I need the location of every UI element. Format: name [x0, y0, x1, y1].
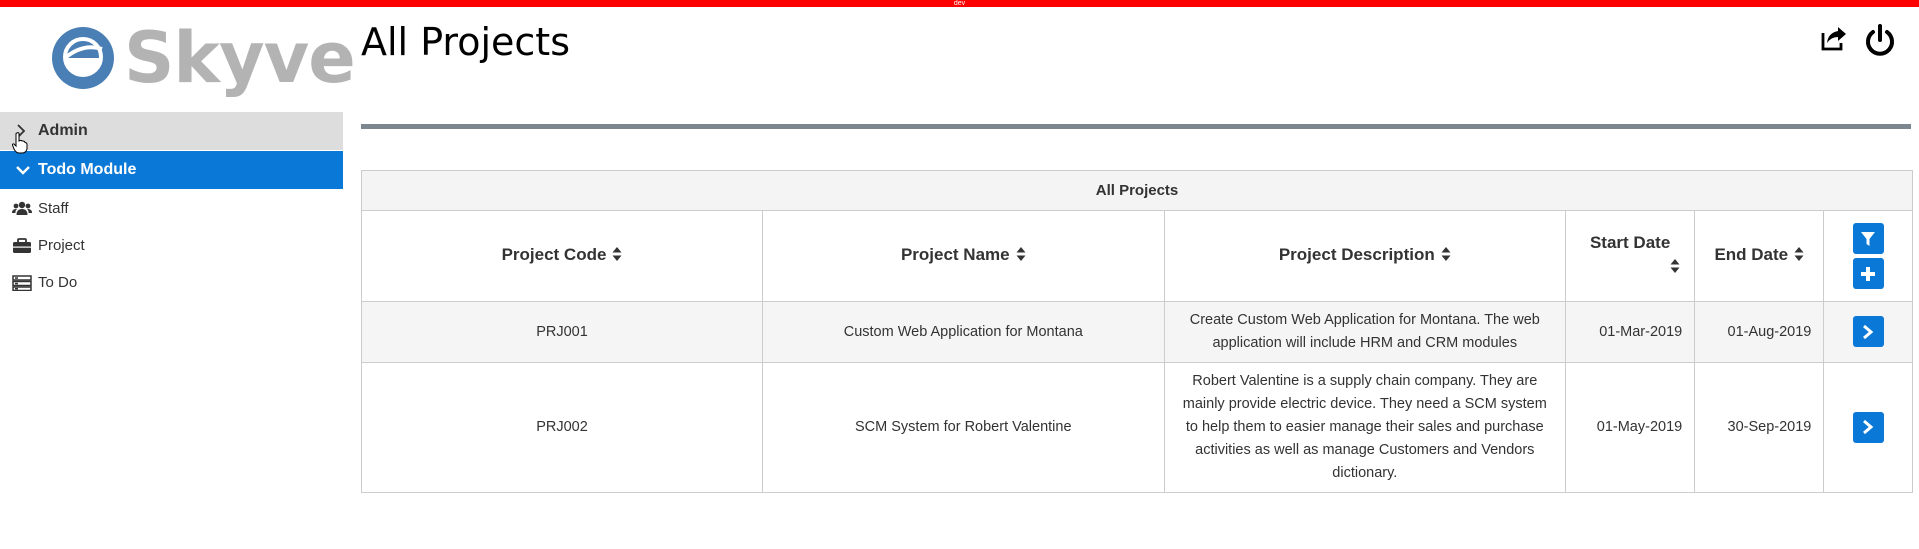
sort-icon [1016, 246, 1026, 267]
chevron-down-icon [16, 165, 38, 175]
table-header-row: Project Code Project Name Project Descri… [362, 211, 1912, 302]
column-header-project-description[interactable]: Project Description [1164, 211, 1567, 302]
mouse-pointer-icon [12, 132, 28, 154]
column-header-label: Project Name [900, 245, 1010, 265]
column-header-end-date[interactable]: End Date [1694, 211, 1825, 302]
divider [361, 124, 1911, 129]
cell-actions [1823, 301, 1912, 363]
column-header-label: Project Description [1278, 245, 1435, 265]
sidebar-item-label: Staff [38, 200, 69, 217]
menu-group-admin[interactable]: Admin [0, 112, 343, 151]
cell-start-date: 01-Mar-2019 [1565, 301, 1696, 363]
column-header-label: Project Code [501, 245, 607, 265]
environment-label: dev [953, 0, 966, 7]
users-icon [12, 201, 32, 217]
cell-end-date: 01-Aug-2019 [1694, 301, 1825, 363]
filter-icon [1861, 231, 1876, 246]
open-row-button[interactable] [1852, 411, 1884, 443]
sort-icon [1794, 246, 1804, 267]
table-row[interactable]: PRJ002 SCM System for Robert Valentine R… [362, 362, 1912, 492]
sidebar-item-staff[interactable]: Staff [0, 190, 343, 227]
sort-icon [612, 246, 622, 267]
column-header-start-date[interactable]: Start Date [1565, 211, 1696, 302]
logo-text: Skyve [124, 17, 356, 99]
cell-actions [1823, 362, 1912, 492]
cell-project-name: SCM System for Robert Valentine [762, 362, 1165, 492]
logo-icon [52, 27, 114, 89]
column-header-project-code[interactable]: Project Code [362, 211, 764, 302]
menu-group-todo-module[interactable]: Todo Module [0, 151, 343, 190]
cell-start-date: 01-May-2019 [1565, 362, 1696, 492]
sidebar: Admin Todo Module Staff Project To Do [0, 112, 343, 301]
open-row-button[interactable] [1852, 316, 1884, 348]
logo: Skyve [52, 17, 356, 99]
chevron-right-icon [1863, 324, 1874, 339]
menu-group-label: Admin [38, 122, 88, 139]
grid-caption: All Projects [362, 171, 1912, 211]
add-button[interactable] [1852, 258, 1884, 289]
header-actions [1820, 24, 1896, 58]
cell-end-date: 30-Sep-2019 [1694, 362, 1825, 492]
environment-bar: dev [0, 0, 1919, 7]
sort-icon [1441, 246, 1451, 267]
plus-icon [1861, 266, 1876, 281]
cell-project-code: PRJ001 [362, 301, 764, 363]
sidebar-item-label: Project [38, 237, 85, 254]
cell-project-description: Create Custom Web Application for Montan… [1164, 301, 1567, 363]
cell-project-code: PRJ002 [362, 362, 764, 492]
share-icon[interactable] [1820, 24, 1848, 58]
briefcase-icon [12, 237, 32, 254]
projects-grid: All Projects Project Code Project Name P… [361, 170, 1913, 493]
column-header-label: End Date [1714, 245, 1789, 265]
power-icon[interactable] [1864, 24, 1896, 58]
cell-project-description: Robert Valentine is a supply chain compa… [1164, 362, 1567, 492]
sort-icon [1670, 256, 1680, 282]
list-icon [12, 274, 32, 291]
cell-project-name: Custom Web Application for Montana [762, 301, 1165, 363]
sidebar-item-label: To Do [38, 274, 78, 291]
page-title: All Projects [361, 20, 570, 64]
filter-button[interactable] [1852, 223, 1884, 254]
chevron-right-icon [1863, 420, 1874, 435]
column-header-project-name[interactable]: Project Name [762, 211, 1165, 302]
actions-column-header [1823, 211, 1912, 302]
table-row[interactable]: PRJ001 Custom Web Application for Montan… [362, 301, 1912, 363]
menu-group-label: Todo Module [38, 161, 137, 178]
column-header-label: Start Date [1589, 232, 1671, 252]
sidebar-item-to-do[interactable]: To Do [0, 264, 343, 301]
sidebar-item-project[interactable]: Project [0, 227, 343, 264]
projects-table: Project Code Project Name Project Descri… [362, 211, 1912, 492]
